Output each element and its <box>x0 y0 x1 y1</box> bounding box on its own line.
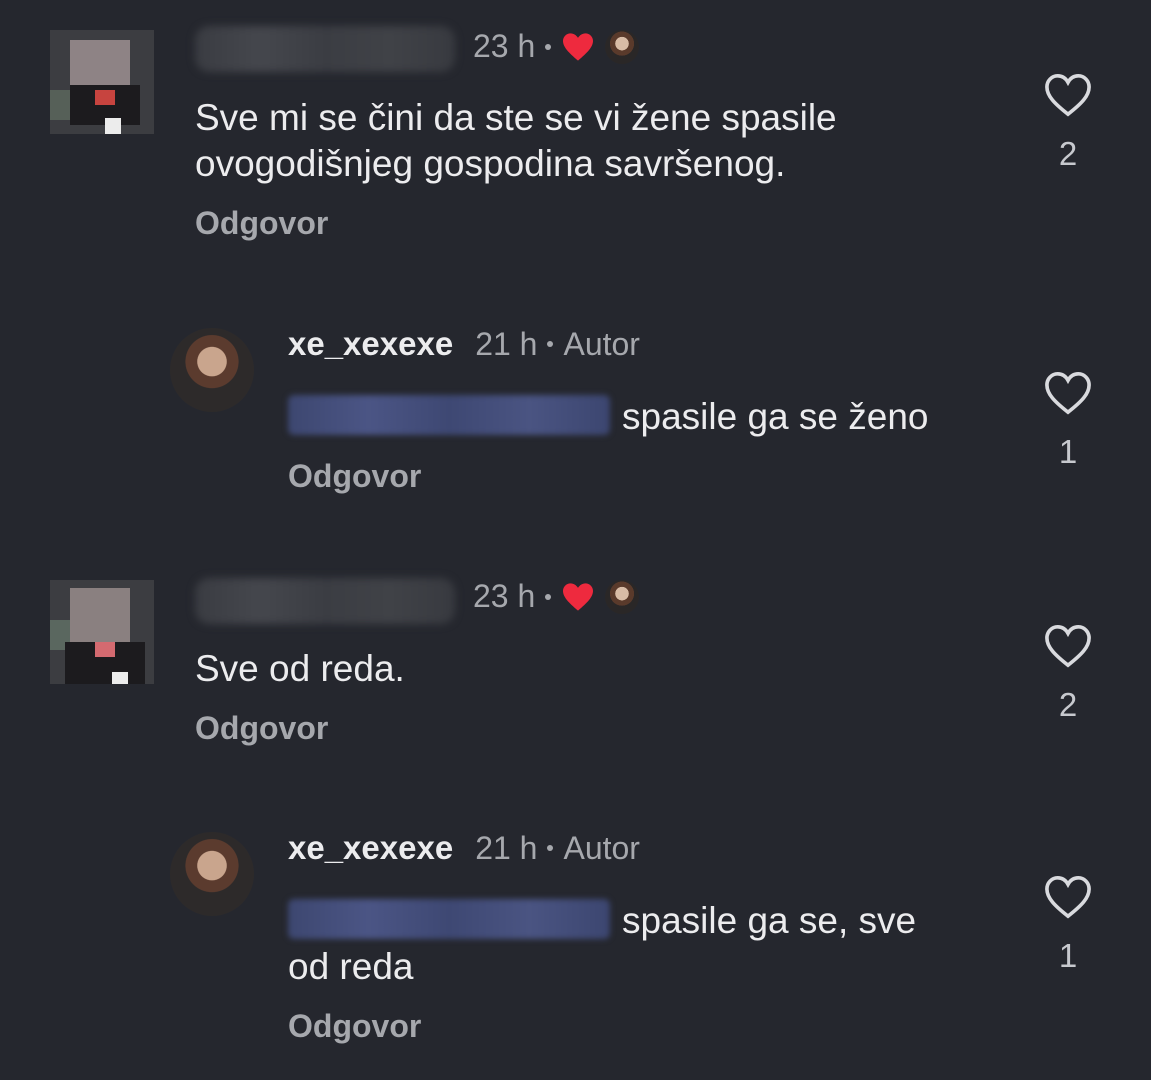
reply-button[interactable]: Odgovor <box>195 205 328 242</box>
comment-meta: 23 h <box>473 578 640 615</box>
like-button[interactable]: 1 <box>1038 874 1098 975</box>
mention-redacted[interactable] <box>288 899 610 940</box>
comment-meta: xe_xexexe 21 h Autor <box>288 325 640 363</box>
comment-text-line: spasile ga se, sve <box>288 898 1008 944</box>
comment-meta: 23 h <box>473 28 640 65</box>
author-badge: Autor <box>563 325 640 362</box>
comment-text-block: spasile ga se, sve od reda <box>288 898 1008 990</box>
comment-meta: xe_xexexe 21 h Autor <box>288 829 640 867</box>
reply-button[interactable]: Odgovor <box>288 458 421 495</box>
like-count: 2 <box>1058 135 1078 172</box>
comment-text: Sve od reda. <box>195 648 405 689</box>
like-button[interactable]: 2 <box>1038 623 1098 724</box>
like-count: 1 <box>1058 937 1078 974</box>
like-count: 2 <box>1058 686 1078 723</box>
separator-dot <box>545 593 552 600</box>
like-button[interactable]: 2 <box>1038 72 1098 173</box>
heart-outline-icon[interactable] <box>1042 72 1094 118</box>
mention-redacted[interactable] <box>288 395 610 436</box>
avatar[interactable] <box>50 580 154 684</box>
like-button[interactable]: 1 <box>1038 370 1098 471</box>
comment-2-reply: xe_xexexe 21 h Autor spasile ga se ženo … <box>0 290 1151 540</box>
separator-dot <box>545 43 552 50</box>
separator-dot <box>547 341 554 347</box>
reply-button[interactable]: Odgovor <box>195 710 328 747</box>
heart-outline-icon[interactable] <box>1042 370 1094 416</box>
avatar[interactable] <box>170 328 254 412</box>
reply-button[interactable]: Odgovor <box>288 1008 421 1045</box>
username-redacted[interactable] <box>195 26 455 72</box>
comment-1: 23 h Sve mi se čini da ste se vi žene sp… <box>0 0 1151 290</box>
comment-text: spasile ga se ženo <box>622 396 929 437</box>
comment-3: 23 h Sve od reda. Odgovor 2 <box>0 550 1151 800</box>
comment-text-line-2: od reda <box>288 946 414 987</box>
creator-avatar-icon <box>605 579 640 614</box>
username-redacted[interactable] <box>195 578 455 624</box>
username[interactable]: xe_xexexe <box>288 829 453 867</box>
heart-outline-icon[interactable] <box>1042 623 1094 669</box>
avatar[interactable] <box>170 832 254 916</box>
author-badge: Autor <box>563 829 640 866</box>
comment-text-row: spasile ga se ženo <box>288 394 1008 440</box>
timestamp: 21 h <box>475 829 538 866</box>
avatar[interactable] <box>50 30 154 134</box>
timestamp: 23 h <box>473 28 536 64</box>
username[interactable]: xe_xexexe <box>288 325 453 363</box>
creator-liked-heart-icon <box>563 582 594 611</box>
comment-4-reply: xe_xexexe 21 h Autor spasile ga se, sve … <box>0 800 1151 1080</box>
comment-text: spasile ga se, sve <box>622 900 917 941</box>
timestamp: 21 h <box>475 325 538 362</box>
like-count: 1 <box>1058 433 1078 470</box>
separator-dot <box>547 845 554 851</box>
creator-avatar-icon <box>605 29 640 64</box>
creator-liked-heart-icon <box>563 32 594 61</box>
comment-text: Sve mi se čini da ste se vi žene spasile… <box>195 97 837 184</box>
timestamp: 23 h <box>473 578 536 614</box>
heart-outline-icon[interactable] <box>1042 874 1094 920</box>
